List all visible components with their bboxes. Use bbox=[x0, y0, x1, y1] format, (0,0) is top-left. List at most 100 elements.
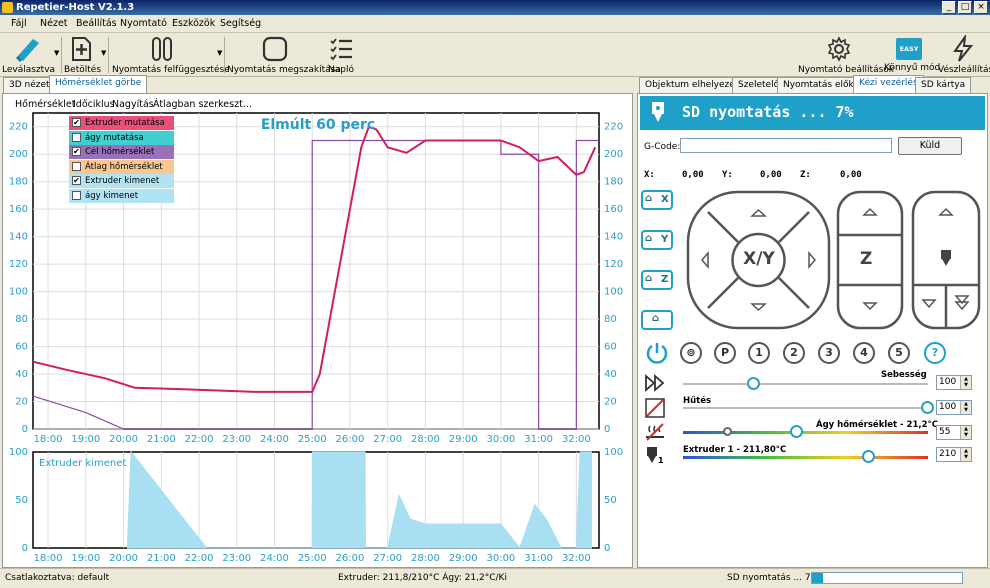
fan-spinner-icon[interactable]: ▲ ▼ bbox=[960, 401, 971, 414]
bottom-y-tick-label-right: 50 bbox=[604, 495, 617, 506]
speed-input[interactable]: 100 ▲ ▼ bbox=[936, 375, 972, 390]
fan-label: Hűtés bbox=[683, 396, 712, 406]
legend-item[interactable]: ✔ Cél hőmérséklet bbox=[69, 145, 174, 159]
extruder-icon bbox=[652, 102, 664, 122]
sd-progress-bar bbox=[811, 572, 963, 584]
fan-slider-handle[interactable] bbox=[921, 401, 934, 414]
legend-label: ágy kimenet bbox=[85, 190, 139, 201]
load-button[interactable]: Betöltés bbox=[64, 35, 101, 75]
tab-sd-card[interactable]: SD kártya bbox=[915, 77, 972, 93]
home-y-button[interactable]: ⌂ Y bbox=[641, 230, 673, 250]
park-button[interactable]: ⊚ bbox=[680, 342, 702, 364]
legend-checkbox[interactable]: ✔ bbox=[72, 118, 81, 127]
preset-2-button[interactable]: 2 bbox=[783, 342, 805, 364]
preset-5-button[interactable]: 5 bbox=[888, 342, 910, 364]
preset-4-button[interactable]: 4 bbox=[853, 342, 875, 364]
menu-printer[interactable]: Nyomtató bbox=[120, 18, 167, 29]
extruder-jog-pad[interactable] bbox=[911, 190, 981, 330]
y-coord-label: Y: bbox=[722, 170, 733, 180]
bottom-x-tick-label: 27:00 bbox=[373, 553, 402, 564]
preset-3-button[interactable]: 3 bbox=[818, 342, 840, 364]
easy-mode-button[interactable]: EASY Könnyű mód bbox=[884, 35, 940, 73]
legend-checkbox[interactable] bbox=[72, 132, 81, 142]
preset-1-button[interactable]: 1 bbox=[748, 342, 770, 364]
legend-item[interactable]: Átlag hőmérséklet bbox=[69, 159, 174, 174]
send-button[interactable]: Küld bbox=[898, 137, 962, 155]
printer-settings-button[interactable]: Nyomtató beállítások bbox=[798, 35, 894, 75]
home-z-button[interactable]: ⌂ Z bbox=[641, 270, 673, 290]
menu-tools[interactable]: Eszközök bbox=[172, 18, 215, 29]
extruder-slider-handle[interactable] bbox=[861, 450, 875, 463]
menu-help[interactable]: Segítség bbox=[220, 18, 261, 29]
legend-label: Átlag hőmérséklet bbox=[85, 161, 163, 172]
extruder-spinner-icon[interactable]: ▲ ▼ bbox=[960, 448, 971, 461]
chart-menu-average[interactable]: Átlagban szerkeszt... bbox=[153, 99, 252, 110]
gcode-input[interactable] bbox=[680, 138, 892, 153]
fan-off-icon bbox=[645, 398, 665, 418]
chart-menu-timeperiod[interactable]: Időciklus bbox=[73, 99, 115, 110]
bottom-y-tick-label: 0 bbox=[22, 543, 28, 554]
slice-button[interactable]: Leválasztva bbox=[2, 35, 55, 75]
help-button[interactable]: ? bbox=[924, 342, 946, 364]
maximize-button[interactable]: □ bbox=[958, 1, 972, 14]
tab-manual-control[interactable]: Kézi vezérlés bbox=[853, 75, 924, 93]
fan-input[interactable]: 100 ▲ ▼ bbox=[936, 400, 972, 415]
y-tick-label: 200 bbox=[9, 149, 28, 160]
speed-label: Sebesség bbox=[881, 370, 927, 380]
bed-spinner-icon[interactable]: ▲ ▼ bbox=[960, 426, 971, 439]
legend-item[interactable]: ✔ Extruder kimenet bbox=[69, 174, 174, 188]
pause-print-button[interactable]: Nyomtatás felfüggesztése bbox=[112, 35, 230, 75]
legend-item[interactable]: ✔ Extruder mutatása bbox=[69, 116, 174, 130]
y-tick-label-right: 0 bbox=[604, 424, 610, 435]
stop-icon bbox=[262, 36, 288, 62]
home-all-button[interactable]: ⌂ bbox=[641, 310, 673, 330]
sd-progress-fill bbox=[812, 573, 823, 583]
menu-view[interactable]: Nézet bbox=[40, 18, 68, 29]
bed-slider-handle[interactable] bbox=[790, 425, 804, 438]
home-icon: ⌂ bbox=[645, 273, 653, 284]
y-tick-label: 80 bbox=[15, 314, 28, 325]
x-tick-label: 29:00 bbox=[449, 434, 478, 445]
y-tick-label: 140 bbox=[9, 232, 28, 243]
tab-3d-view[interactable]: 3D nézet bbox=[3, 77, 56, 93]
menu-file[interactable]: Fájl bbox=[11, 18, 27, 29]
log-button[interactable]: Napló bbox=[325, 35, 357, 75]
x-coord-value: 0,00 bbox=[682, 170, 704, 180]
slice-dropdown-icon[interactable]: ▼ bbox=[54, 49, 59, 57]
stop-print-button[interactable]: Nyomtatás megszakítása bbox=[227, 35, 341, 75]
speed-slider-handle[interactable] bbox=[747, 377, 761, 390]
bed-temp-input[interactable]: 55 ▲ ▼ bbox=[936, 425, 972, 440]
z-home-label[interactable]: Z bbox=[860, 249, 872, 269]
legend-checkbox[interactable] bbox=[72, 190, 81, 200]
chart-menu-temperature[interactable]: Hőmérséklet bbox=[15, 99, 75, 110]
connection-status: Csatlakoztatva: default bbox=[5, 573, 110, 583]
preset-p-button[interactable]: P bbox=[714, 342, 736, 364]
xy-home-label[interactable]: X/Y bbox=[739, 249, 779, 269]
y-tick-label: 220 bbox=[9, 122, 28, 133]
bottom-x-tick-label: 18:00 bbox=[34, 553, 63, 564]
easy-badge: EASY bbox=[896, 38, 922, 60]
menu-settings[interactable]: Beállítás bbox=[76, 18, 117, 29]
bed-current-temp-marker bbox=[723, 427, 733, 436]
y-tick-label-right: 140 bbox=[604, 232, 623, 243]
legend-item[interactable]: ágy kimenet bbox=[69, 188, 174, 203]
extruder-temp-input[interactable]: 210 ▲ ▼ bbox=[936, 447, 972, 462]
legend-item[interactable]: ágy mutatása bbox=[69, 130, 174, 145]
x-tick-label: 28:00 bbox=[411, 434, 440, 445]
chart-menu-zoom[interactable]: Nagyítás bbox=[112, 99, 154, 110]
sd-print-status: SD nyomtatás ... 7% bbox=[682, 103, 854, 121]
tab-temperature-curve[interactable]: Hőmérséklet görbe bbox=[49, 75, 148, 93]
emergency-stop-button[interactable]: Vészleállítás bbox=[938, 35, 990, 75]
legend-checkbox[interactable]: ✔ bbox=[72, 176, 81, 185]
minimize-button[interactable]: _ bbox=[942, 1, 956, 14]
close-button[interactable]: × bbox=[974, 1, 988, 14]
legend-checkbox[interactable]: ✔ bbox=[72, 147, 81, 156]
pause-dropdown-icon[interactable]: ▼ bbox=[217, 49, 222, 57]
y-tick-label: 40 bbox=[15, 369, 28, 380]
home-x-button[interactable]: ⌂ X bbox=[641, 190, 673, 210]
legend-checkbox[interactable] bbox=[72, 161, 81, 171]
temperature-status: Extruder: 211,8/210°C Ágy: 21,2°C/Ki bbox=[338, 573, 507, 583]
power-button[interactable] bbox=[644, 340, 670, 366]
load-dropdown-icon[interactable]: ▼ bbox=[101, 49, 106, 57]
speed-spinner-icon[interactable]: ▲ ▼ bbox=[960, 376, 971, 389]
